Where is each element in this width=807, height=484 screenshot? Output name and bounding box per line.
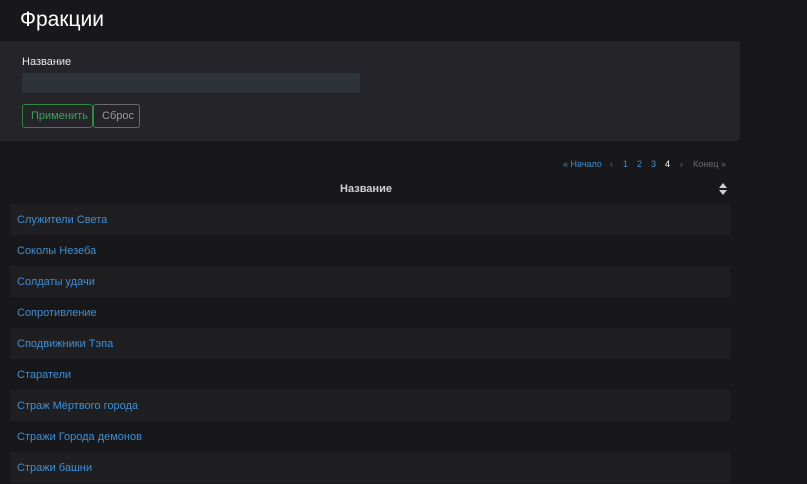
faction-link[interactable]: Стражи Города демонов [17, 431, 142, 443]
column-header-name[interactable]: Название [10, 183, 722, 195]
table-row: Сподвижники Тэпа [10, 328, 730, 359]
table-row: Стражи Города демонов [10, 421, 730, 452]
table-header: Название [10, 177, 730, 202]
name-filter-input[interactable] [22, 73, 360, 93]
pagination-page-1[interactable]: 1 [623, 159, 628, 169]
pagination-last-link[interactable]: Конец » [693, 159, 726, 169]
faction-link[interactable]: Служители Света [17, 214, 107, 226]
filter-panel: Название Применить Сброс [0, 41, 740, 141]
sort-icon[interactable] [719, 183, 727, 195]
faction-link[interactable]: Сподвижники Тэпа [17, 338, 113, 350]
faction-link[interactable]: Солдаты удачи [17, 276, 95, 288]
pagination-page-2[interactable]: 2 [637, 159, 642, 169]
faction-link[interactable]: Соколы Незеба [17, 245, 96, 257]
table-row: Служители Света [10, 204, 730, 235]
faction-link[interactable]: Страж Мёртвого города [17, 400, 138, 412]
table-row: Стражи башни [10, 452, 730, 483]
reset-button[interactable]: Сброс [93, 104, 140, 128]
faction-link[interactable]: Старатели [17, 369, 71, 381]
page-title: Фракции [20, 8, 104, 31]
pagination-page-4-current: 4 [665, 159, 671, 169]
pagination-prev-link[interactable]: ‹ [610, 159, 613, 169]
apply-button[interactable]: Применить [22, 104, 93, 128]
name-filter-label: Название [22, 56, 72, 68]
table-row: Страж Мёртвого города [10, 390, 730, 421]
pagination-next-link[interactable]: › [680, 159, 683, 169]
table-row: Солдаты удачи [10, 266, 730, 297]
faction-link[interactable]: Сопротивление [17, 307, 97, 319]
table-row: Сопротивление [10, 297, 730, 328]
faction-link[interactable]: Стражи башни [17, 462, 92, 474]
table-row: Старатели [10, 359, 730, 390]
pagination-first-link[interactable]: « Начало [563, 159, 602, 169]
pagination-page-3[interactable]: 3 [651, 159, 656, 169]
page: Фракции Название Применить Сброс « Начал… [0, 0, 807, 484]
pagination: « Начало ‹ 1 2 3 4 › Конец » [0, 159, 807, 171]
table-row: Соколы Незеба [10, 235, 730, 266]
